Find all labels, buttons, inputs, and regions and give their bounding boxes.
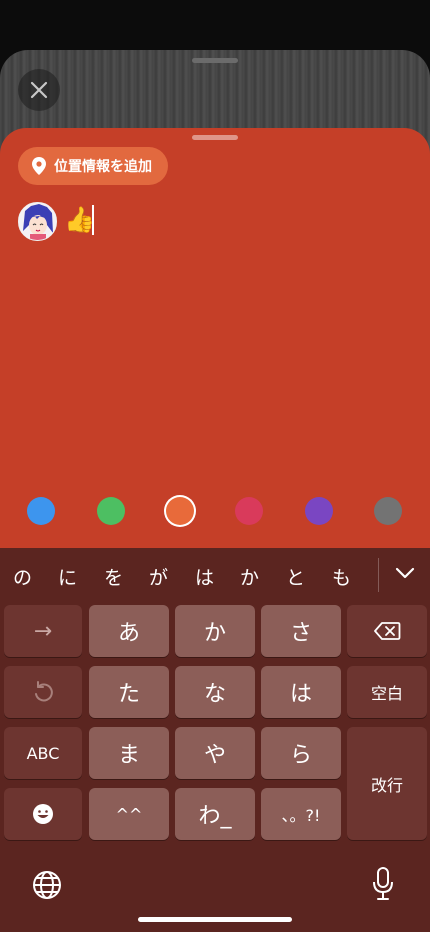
microphone-icon[interactable]: [372, 867, 394, 901]
key-ya[interactable]: や: [175, 727, 255, 779]
backspace-button[interactable]: [347, 605, 427, 657]
close-button[interactable]: [18, 69, 60, 111]
suggestion-divider: [378, 558, 379, 592]
add-location-button[interactable]: 位置情報を追加: [18, 147, 168, 185]
suggestion-item[interactable]: も: [332, 563, 351, 590]
arrow-key[interactable]: →: [4, 605, 82, 657]
suggestion-item[interactable]: と: [286, 563, 305, 590]
key-ra[interactable]: ら: [261, 727, 341, 779]
undo-icon: [35, 681, 53, 702]
undo-button[interactable]: [4, 666, 82, 718]
location-pin-icon: [32, 157, 46, 175]
color-swatch-purple[interactable]: [305, 497, 333, 525]
suggestion-item[interactable]: を: [104, 563, 123, 590]
close-icon: [30, 81, 48, 99]
chevron-down-icon[interactable]: [395, 567, 415, 579]
suggestion-item[interactable]: が: [149, 563, 168, 590]
backspace-icon: [374, 622, 401, 640]
suggestion-item[interactable]: は: [195, 563, 214, 590]
abc-key[interactable]: ABC: [4, 727, 82, 779]
key-na[interactable]: な: [175, 666, 255, 718]
space-key[interactable]: 空白: [347, 666, 427, 718]
dakuten-key[interactable]: ^^: [89, 788, 169, 840]
suggestion-bar: の に を が は か と も: [0, 548, 430, 604]
emoji-button[interactable]: [4, 788, 82, 840]
composer-text[interactable]: 👍: [64, 204, 95, 236]
key-ta[interactable]: た: [89, 666, 169, 718]
home-indicator[interactable]: [138, 917, 292, 922]
user-avatar: [18, 202, 57, 241]
key-ka[interactable]: か: [175, 605, 255, 657]
suggestion-item[interactable]: の: [13, 563, 32, 590]
key-ma[interactable]: ま: [89, 727, 169, 779]
text-caret: [92, 205, 94, 235]
color-swatch-green[interactable]: [97, 497, 125, 525]
suggestion-item[interactable]: か: [240, 563, 259, 590]
panel-handle[interactable]: [192, 135, 238, 140]
globe-icon[interactable]: [32, 870, 62, 900]
add-location-label: 位置情報を追加: [54, 159, 152, 175]
key-a[interactable]: あ: [89, 605, 169, 657]
punctuation-key[interactable]: 、。?!: [261, 788, 341, 840]
enter-key[interactable]: 改行: [347, 727, 427, 840]
keyboard: の に を が は か と も → あ か さ た な は 空白 ABC ま や…: [0, 548, 430, 932]
color-swatch-blue[interactable]: [27, 497, 55, 525]
sheet-handle[interactable]: [192, 58, 238, 63]
key-wa[interactable]: わ_: [175, 788, 255, 840]
key-ha[interactable]: は: [261, 666, 341, 718]
color-swatch-orange[interactable]: [166, 497, 194, 525]
suggestion-item[interactable]: に: [58, 563, 77, 590]
color-swatch-gray[interactable]: [374, 497, 402, 525]
key-sa[interactable]: さ: [261, 605, 341, 657]
emoji-icon: [33, 804, 53, 824]
color-swatch-pink[interactable]: [235, 497, 263, 525]
